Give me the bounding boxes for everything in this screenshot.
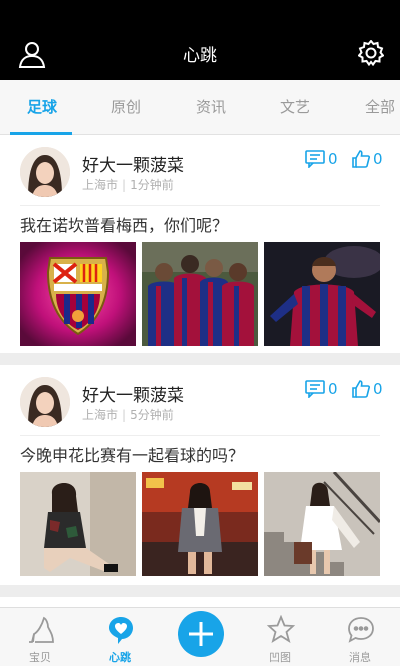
high-heel-icon: [29, 616, 54, 643]
comment-icon: [305, 150, 325, 168]
post-location: 上海市: [82, 408, 119, 422]
girl-street-image[interactable]: [142, 472, 258, 576]
plus-icon: [189, 622, 213, 646]
thumbs-up-icon: [352, 150, 370, 168]
comment-count: 0: [328, 150, 338, 168]
like-button[interactable]: 0: [352, 149, 383, 169]
category-tabs: 足球 原创 资讯 文艺 全部: [0, 80, 400, 135]
comment-button[interactable]: 0: [305, 379, 338, 399]
post-time: 1分钟前: [130, 178, 174, 192]
avatar[interactable]: [20, 147, 70, 197]
add-post-button[interactable]: [178, 611, 224, 657]
author-name[interactable]: 好大一颗菠菜: [82, 151, 184, 176]
nav-item-xiaoxi[interactable]: 消息: [320, 608, 400, 666]
post-time: 5分钟前: [130, 408, 174, 422]
author-name[interactable]: 好大一颗菠菜: [82, 381, 184, 406]
nav-label: 宝贝: [29, 651, 51, 664]
tab-news[interactable]: 资讯: [181, 80, 241, 135]
gear-icon[interactable]: [357, 39, 385, 67]
like-count: 0: [373, 150, 383, 168]
nav-label: 消息: [349, 651, 371, 664]
post-card[interactable]: 好大一颗菠菜 上海市 | 1分钟前 0 0 我在诺坎普看梅西，你们呢？: [0, 135, 400, 353]
girl-stairs-image[interactable]: [264, 472, 380, 576]
comment-button[interactable]: 0: [305, 149, 338, 169]
comment-icon: [305, 380, 325, 398]
like-count: 0: [373, 380, 383, 398]
nav-label: 心跳: [109, 651, 131, 664]
post-card[interactable]: [0, 597, 400, 607]
divider: [20, 205, 380, 206]
post-text: 我在诺坎普看梅西，你们呢？: [20, 216, 229, 235]
post-meta: 上海市 | 5分钟前: [82, 408, 174, 422]
nav-item-aotu[interactable]: 凹图: [240, 608, 320, 666]
tab-original[interactable]: 原创: [96, 80, 156, 135]
thumbs-up-icon: [352, 380, 370, 398]
team-celebration-image[interactable]: [142, 242, 258, 346]
divider: [20, 435, 380, 436]
nav-item-xintiao[interactable]: 心跳: [80, 608, 160, 666]
post-meta: 上海市 | 1分钟前: [82, 178, 174, 192]
tab-football[interactable]: 足球: [12, 80, 72, 135]
post-card[interactable]: 好大一颗菠菜 上海市 | 5分钟前 0 0 今晚申花比赛有一起看球的吗？: [0, 365, 400, 585]
heart-bubble-icon: [109, 617, 133, 644]
app-header: 心跳: [0, 0, 400, 80]
post-text: 今晚申花比赛有一起看球的吗？: [20, 446, 245, 465]
star-icon: [266, 615, 296, 643]
tab-literature[interactable]: 文艺: [265, 80, 325, 135]
post-location: 上海市: [82, 178, 119, 192]
page-title: 心跳: [183, 46, 217, 66]
nav-label: 凹图: [269, 651, 291, 664]
chat-bubble-icon: [348, 617, 374, 643]
tab-all[interactable]: 全部: [350, 80, 400, 135]
nav-item-baobei[interactable]: 宝贝: [0, 608, 80, 666]
comment-count: 0: [328, 380, 338, 398]
messi-image[interactable]: [264, 242, 380, 346]
fcb-crest-image[interactable]: [20, 242, 136, 346]
girl-sitting-image[interactable]: [20, 472, 136, 576]
avatar[interactable]: [20, 377, 70, 427]
like-button[interactable]: 0: [352, 379, 383, 399]
